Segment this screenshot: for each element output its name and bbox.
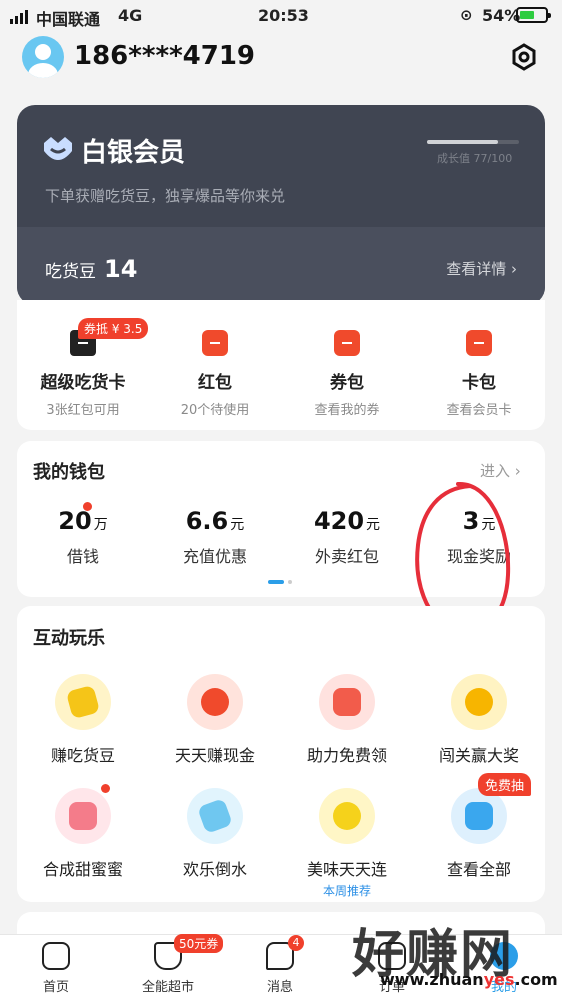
vip-logo-icon	[44, 137, 72, 160]
avatar[interactable]	[22, 36, 64, 78]
super-card-entry[interactable]: 超级吃货卡 3张红包可用	[17, 330, 149, 418]
weekly-recommend: 本周推荐	[322, 884, 371, 898]
game-sweet-merge[interactable]: 合成甜蜜蜜	[17, 788, 149, 880]
beans-count: 吃货豆 14	[45, 255, 138, 283]
wallet-title: 我的钱包	[33, 462, 105, 483]
growth-value: 成长值 77/100	[437, 152, 513, 165]
user-phone[interactable]: 186****4719	[74, 41, 255, 71]
game-daily-match[interactable]: 美味天天连 本周推荐	[281, 788, 413, 899]
clock: 20:53	[258, 6, 309, 25]
battery-percent: 54%	[482, 6, 521, 25]
tab-home[interactable]: 首页	[0, 942, 112, 995]
money-bag-icon	[187, 674, 243, 730]
coupon-percent-icon	[319, 674, 375, 730]
vip-subtitle: 下单获赠吃货豆，独享爆品等你来兑	[45, 187, 286, 205]
coupon-badge: 券抵 ¥ 3.5	[78, 318, 149, 339]
cube-icon	[451, 788, 507, 844]
network-type: 4G	[118, 6, 143, 25]
wallet-redpacket[interactable]: 420 元 外卖红包	[281, 507, 413, 567]
message-count-badge: 4	[288, 935, 304, 951]
games-title: 互动玩乐	[33, 628, 105, 649]
gear-icon[interactable]	[510, 43, 538, 71]
signal-icon	[10, 10, 28, 24]
coupon-icon	[334, 330, 360, 356]
game-daily-cash[interactable]: 天天赚现金	[149, 674, 281, 766]
card-wallet-entry[interactable]: 卡包 查看会员卡	[413, 330, 545, 418]
bean-icon	[55, 674, 111, 730]
free-draw-badge: 免费抽	[478, 773, 532, 796]
battery-icon	[516, 7, 551, 23]
wallet-loan[interactable]: 20 万 借钱	[17, 507, 149, 567]
coupon-wallet-entry[interactable]: 券包 查看我的券	[281, 330, 413, 418]
page-indicator	[268, 580, 292, 584]
cart-coupon-badge: 50元券	[174, 934, 224, 953]
vip-card[interactable]: 白银会员 下单获赠吃货豆，独享爆品等你来兑 成长值 77/100 吃货豆 14 查…	[17, 105, 545, 305]
wallet-enter-link[interactable]: 进入 ›	[480, 460, 521, 481]
status-bar: 中国联通 4G 20:53 ⊙ 54%	[0, 0, 562, 30]
watermark-url: www.zhuanyes.com	[380, 970, 558, 989]
wallet-recharge[interactable]: 6.6 元 充值优惠	[149, 507, 281, 567]
lock-rotation-icon: ⊙	[460, 6, 473, 24]
view-details-link[interactable]: 查看详情 ›	[446, 258, 517, 279]
lemon-icon	[319, 788, 375, 844]
cake-icon	[55, 788, 111, 844]
carrier: 中国联通	[36, 10, 101, 29]
notification-dot	[101, 784, 110, 793]
notification-dot	[83, 502, 92, 511]
game-view-all[interactable]: 查看全部	[413, 788, 545, 880]
game-pour-water[interactable]: 欢乐倒水	[149, 788, 281, 880]
redpacket-entry[interactable]: 红包 20个待使用	[149, 330, 281, 418]
home-icon	[42, 942, 70, 970]
game-earn-beans[interactable]: 赚吃货豆	[17, 674, 149, 766]
card-icon	[466, 330, 492, 356]
redpacket-icon	[202, 330, 228, 356]
game-challenge[interactable]: 闯关赢大奖	[413, 674, 545, 766]
vip-title: 白银会员	[81, 138, 186, 168]
magnifier-icon	[451, 674, 507, 730]
game-help-free[interactable]: 助力免费领	[281, 674, 413, 766]
tab-messages[interactable]: 消息	[224, 942, 336, 995]
cup-icon	[187, 788, 243, 844]
growth-progress	[427, 140, 519, 144]
